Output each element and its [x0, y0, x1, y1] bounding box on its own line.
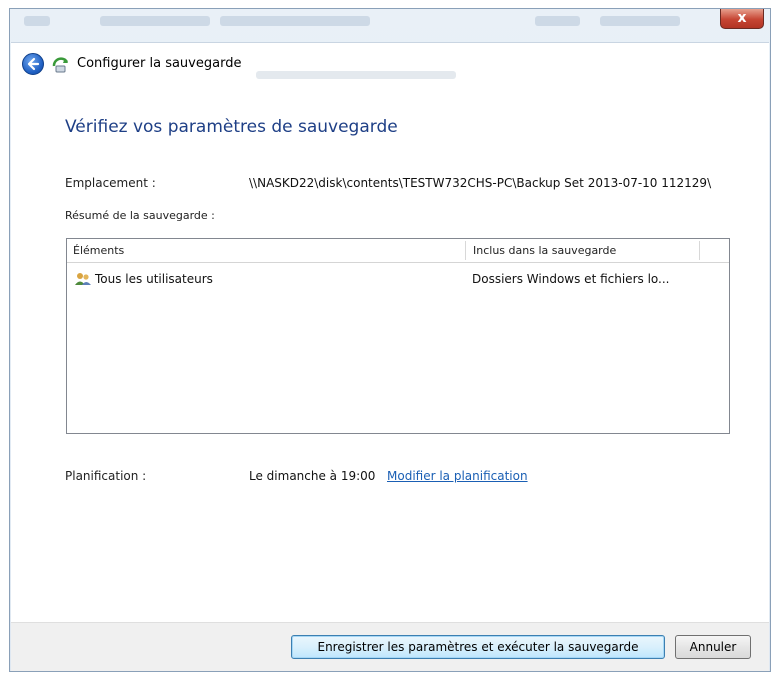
backup-dialog-window: x Configurer la sauvegarde Vérifiez vos … — [9, 8, 771, 672]
list-header: Éléments Inclus dans la sauvegarde — [67, 239, 729, 263]
users-icon — [75, 273, 91, 285]
table-row[interactable]: Tous les utilisateurs Dossiers Windows e… — [67, 269, 729, 289]
column-header-items[interactable]: Éléments — [67, 239, 465, 262]
close-icon: x — [737, 10, 747, 26]
page-title: Vérifiez vos paramètres de sauvegarde — [65, 117, 398, 137]
dialog-footer: Enregistrer les paramètres et exécuter l… — [11, 622, 769, 671]
title-bar-blur — [535, 16, 580, 26]
backup-summary-list[interactable]: Éléments Inclus dans la sauvegarde Tous … — [66, 238, 730, 434]
row-item-name: Tous les utilisateurs — [95, 272, 213, 286]
nav-title: Configurer la sauvegarde — [77, 56, 242, 71]
schedule-value: Le dimanche à 19:00 — [249, 469, 376, 483]
row-included: Dossiers Windows et fichiers lo... — [472, 272, 670, 286]
back-button[interactable] — [22, 53, 44, 75]
nav-ghost-text — [256, 71, 456, 79]
save-and-run-button[interactable]: Enregistrer les paramètres et exécuter l… — [291, 635, 665, 659]
cancel-button[interactable]: Annuler — [675, 635, 751, 659]
location-value: \\NASKD22\disk\contents\TESTW732CHS-PC\B… — [249, 176, 712, 190]
backup-icon — [52, 57, 69, 73]
title-bar-blur — [24, 16, 50, 26]
location-label: Emplacement : — [65, 176, 156, 190]
title-bar-blur — [600, 16, 680, 26]
column-separator[interactable] — [699, 241, 700, 260]
dialog-content: Configurer la sauvegarde Vérifiez vos pa… — [11, 42, 769, 671]
close-button[interactable]: x — [720, 9, 764, 29]
title-bar-blur — [100, 16, 210, 26]
title-bar: x — [10, 9, 770, 41]
change-schedule-link[interactable]: Modifier la planification — [387, 469, 528, 483]
schedule-label: Planification : — [65, 469, 147, 483]
column-separator[interactable] — [465, 241, 466, 260]
nav-bar: Configurer la sauvegarde — [11, 43, 769, 85]
title-bar-blur — [220, 16, 370, 26]
column-header-included[interactable]: Inclus dans la sauvegarde — [467, 239, 699, 262]
summary-label: Résumé de la sauvegarde : — [65, 209, 215, 222]
back-arrow-icon — [27, 57, 40, 71]
